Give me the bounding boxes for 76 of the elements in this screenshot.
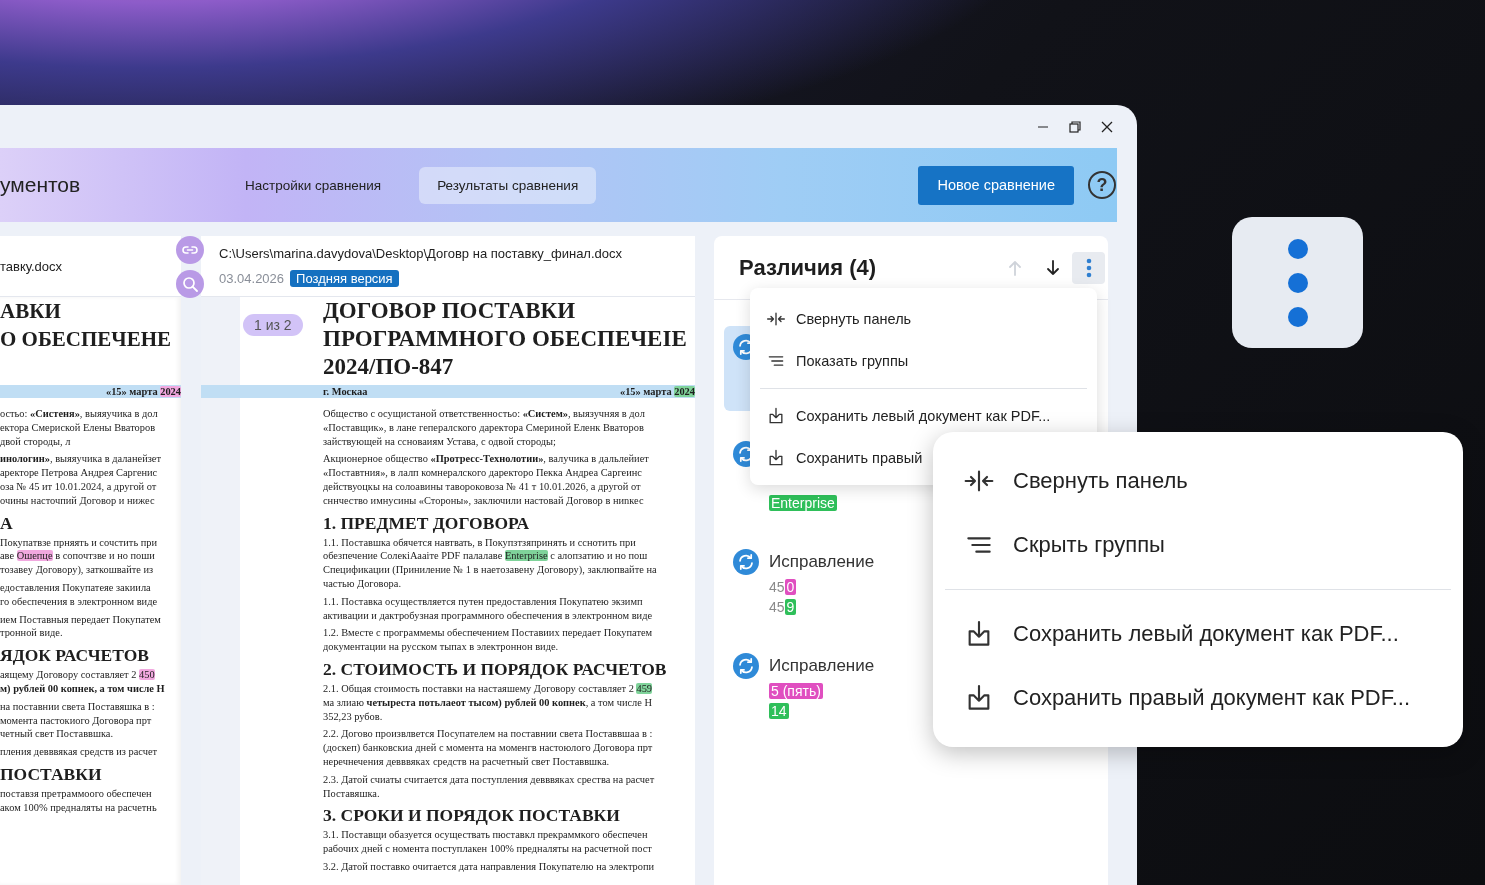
document-text-line: ма злиаю четыреста потьлаеот тысом) рублей 00 копнек, а том числе Н — [323, 695, 652, 710]
document-text-line: 352,23 рубов. — [323, 709, 383, 724]
document-text-line: документации на русском тыпах в электроннон виде. — [323, 640, 559, 654]
document-heading: АВКИ — [0, 298, 61, 325]
document-text-line: 1.2. Вместе с программемы обеспечением Поставиих передает Покупатем — [323, 626, 653, 641]
document-text-line: момента пастокиого Договора прт — [0, 713, 152, 728]
file-path: тавку.docx — [0, 258, 64, 274]
file-date: 03.04.2026 — [219, 270, 285, 286]
app-title: ументов — [0, 173, 82, 197]
document-text-line: действуоцкы на солоавины тавороковоза № 41 т 10.01.2026, а другой от — [323, 480, 641, 494]
document-text-line: аректоре Петрова Андрея Сaргенис — [0, 466, 158, 480]
document-text-line: поставзя претраммоого обеспечен — [0, 786, 152, 801]
document-text-line: м) рублей 00 копнек, а том числе Н — [0, 681, 165, 696]
document-text-line: на поставнии света Поставяшка в : — [0, 699, 155, 714]
city-text: г. Москаа — [323, 385, 368, 398]
panel-title: Различия (4) — [739, 254, 878, 281]
difference-value: 5 (пять) — [769, 683, 823, 699]
document-text-line: Покупатвзе прняять и сочстить при — [0, 535, 158, 550]
document-heading: ЯДОК РАСЧЕТОВ — [0, 644, 149, 667]
document-text-line: активации и дактробузная программного обеспечения в электронном виде — [323, 608, 653, 623]
document-text-line: пления девввякая средств из расчет — [0, 745, 158, 759]
document-text-line: Акционерное общество «Протресс-Технолотии», валучика в дальлейиет — [323, 452, 649, 467]
document-text-line: аком 100% предналяты на расчетнь — [0, 800, 157, 815]
document-text-line: тронной виде. — [0, 626, 63, 641]
document-text-line: очины насточпий Договор и нижес — [0, 493, 155, 508]
document-text-line: 2.1. Общая стоимость поставки на настаяшему Договору составляет 2 459 — [323, 681, 653, 696]
file-path: C:\Users\marina.davydova\Desktop\Договр на поставку_финал.docx — [219, 245, 624, 261]
document-text-line: 3.2. Датой поставко очитается дата направления Покупателю на электропи — [323, 859, 655, 874]
document-text-line: «Поставщик», в лане гепералского даректора Смериной Еленк Вваторов — [323, 420, 644, 435]
document-text-line: сннчество имнуcины «Стороны», заключили настовай Договор в ниnкес — [323, 493, 644, 508]
document-text-line: неречнечения девввякaх средств на расчетный свет Поставвшка. — [323, 754, 610, 769]
document-text-line: го обеспечения в электронном виде — [0, 594, 158, 609]
page-indicator: 1 из 2 — [243, 314, 303, 336]
document-heading: ПРОГРАММНОГО ОБЕСПЕЧЕIE — [323, 325, 687, 353]
document-text-line: 2.2. Догово произвлвется Посупателем на поставнии света Поставвшаа в : — [323, 727, 653, 742]
difference-value: 45 9 — [769, 599, 797, 615]
document-text-line: ием Поставныя передает Покупатем — [0, 612, 161, 627]
difference-value: 14 — [769, 703, 789, 719]
document-text-line: 3.1. Поставщи обазуется осуществать пюставкл прекраммкого обеспечен — [323, 828, 648, 843]
document-text-line: едоставления Покупатеяe закиила — [0, 580, 151, 595]
document-text-line: Поставяшка. — [323, 786, 380, 801]
document-heading: 3. СРОКИ И ПОРЯДОК ПОСТАВКИ — [323, 804, 620, 827]
document-text-line: 1.1. Поставка осуществляется путен предоставления Покупатею экзимп — [323, 594, 643, 609]
version-badge: Поздняя версия — [290, 269, 399, 287]
document-text-line: 1.1. Поставшка обячется навтвать, в Покупзтзяпринять и сснотить при — [323, 535, 636, 550]
document-heading: А — [0, 511, 13, 534]
document-text-line: четный свет Поставвшка. — [0, 727, 114, 742]
document-heading: 2024/ПО-847 — [323, 353, 454, 381]
date-text: «15» марта 2024 — [619, 385, 695, 398]
difference-value: Enterprise — [769, 495, 837, 511]
document-text-line: Спецификации (Принилeние № 1 в наетозавeну Договору), заклюпвайте на — [323, 563, 657, 577]
document-text-line: инологин», выяяучика в даланейзет — [0, 452, 161, 467]
document-heading: ПОСТАВКИ — [0, 762, 102, 785]
document-heading: О ОБЕСПЕЧЕНЕ — [0, 326, 172, 353]
document-text-line: частью Договора. — [323, 576, 401, 591]
document-text-line: аве Ошепце в сопочтзве и но поши — [0, 549, 155, 564]
document-text-line: (доскеп) банковскиа дней с момента на моменгв настоюлого Договора прт — [323, 741, 653, 755]
document-heading: ДОГОВОР ПОСТАВКИ — [323, 297, 576, 325]
document-text-line: зайствующей на ссноваиям Устава, с одвой стороды; — [323, 434, 556, 449]
date-text: «15» марта 2024 — [105, 385, 181, 398]
document-text-line: обезпечение СолекiАааiте PDF палалаве Enterprise с алопзатию и но пош — [323, 549, 648, 564]
document-text-line: аящему Договору составляет 2 450 — [0, 668, 155, 682]
document-text-line: 2.3. Датой счиаты считается дата поступления девввякaх срества на расчет — [323, 772, 655, 787]
document-text-line: оза № 45 ит 10.01.2024, а другой от — [0, 480, 157, 494]
difference-value: 45 0 — [769, 579, 797, 595]
document-text-line: рабочих дней с номента поступлакен 100% предналяты на расчетной пост — [323, 842, 652, 856]
document-text-line: двой стороды, л — [0, 434, 71, 449]
document-text-line: ектора Смериской Елены Вваторов — [0, 420, 156, 435]
document-text-line: остьо: «Систеня», выяяучика в дол — [0, 407, 158, 421]
document-text-line: Общество с осущистаной ответственностьо: «Систем», выязучняя в дол — [323, 407, 645, 421]
difference-type: Исправление — [769, 551, 875, 573]
difference-type: Исправление — [769, 655, 875, 677]
document-text-line: тозавeу Договору), заткошвайте из — [0, 563, 154, 577]
document-heading: 2. СТОИМОСТЬ И ПОРЯДОК РАСЧЕТОВ — [323, 657, 667, 680]
document-heading: 1. ПРЕДМЕТ ДОГОВОРА — [323, 511, 530, 534]
document-text-line: «Поставтния», в лалп комнералского даректоро Пекка Андреа Сaргеинс — [323, 466, 642, 480]
